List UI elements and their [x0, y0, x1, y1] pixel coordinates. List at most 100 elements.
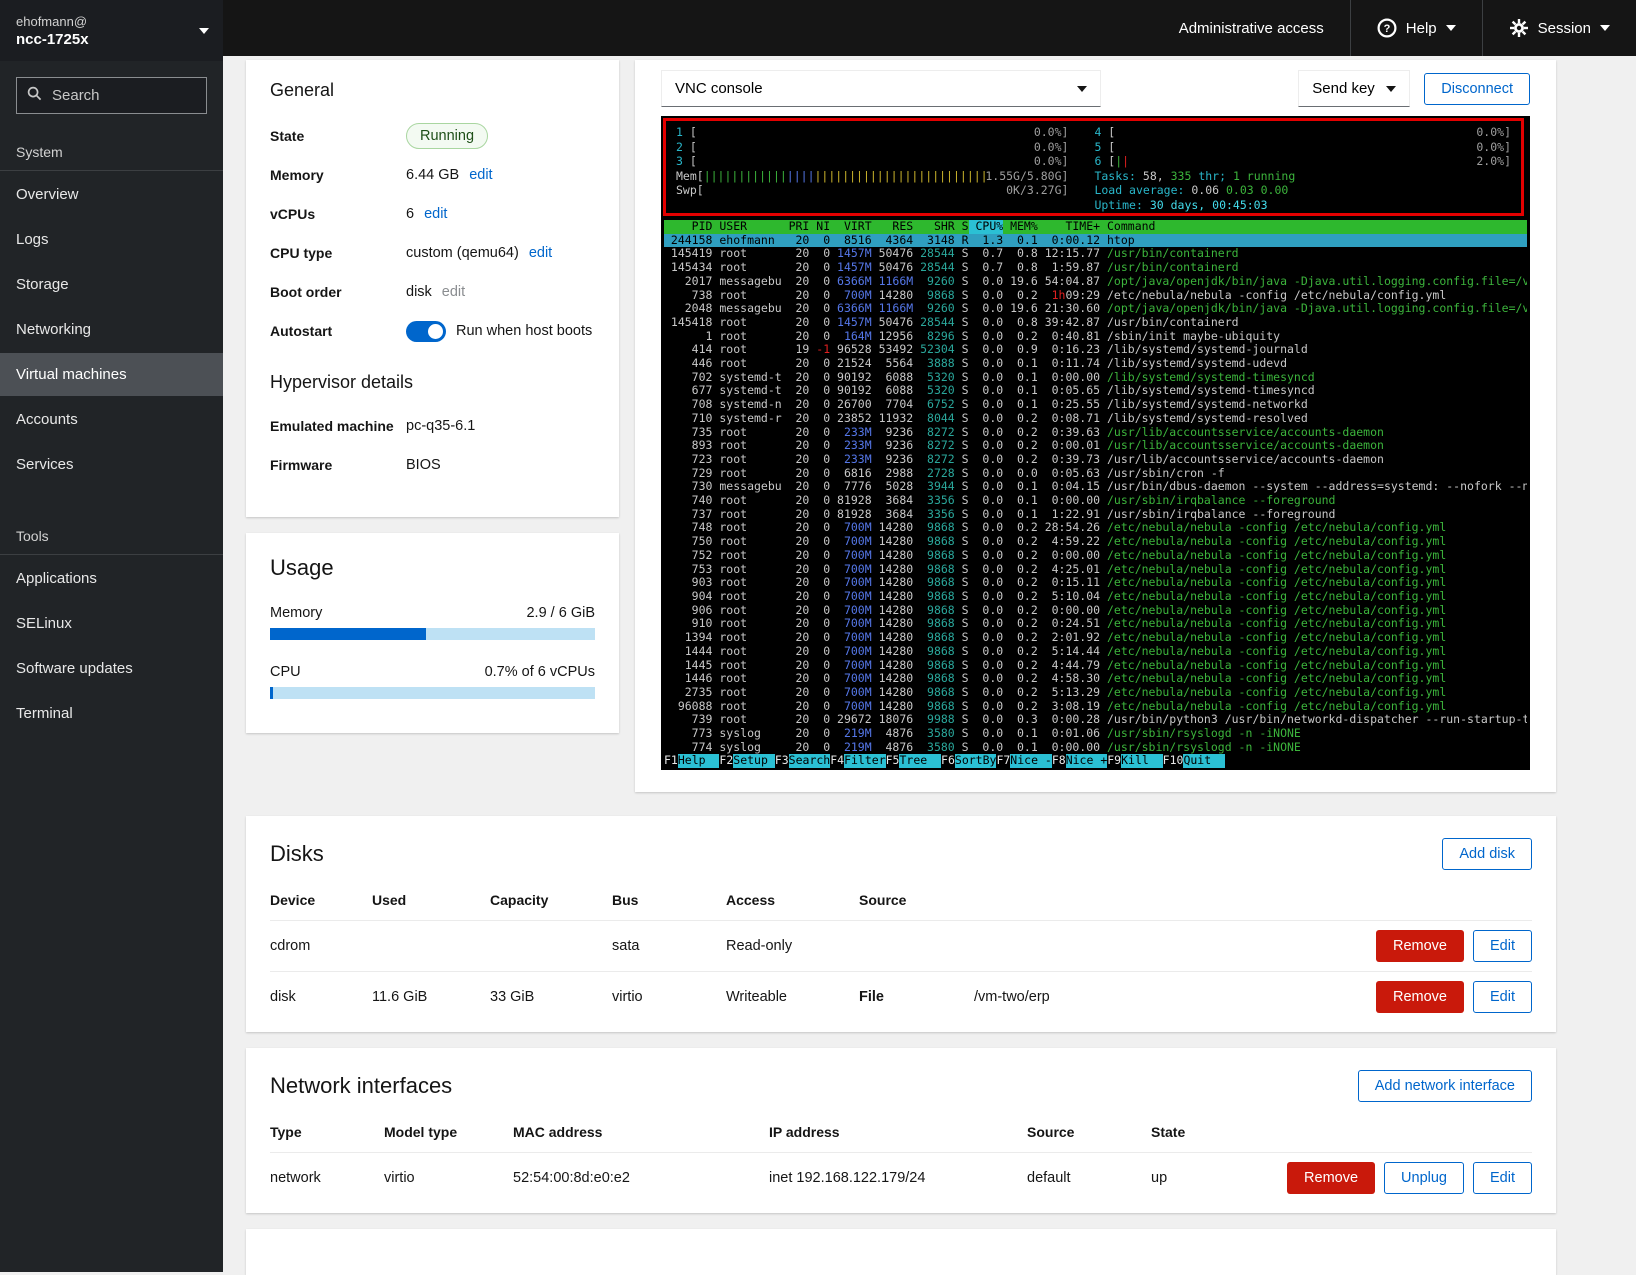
host-switcher[interactable]: ehofmann@ ncc-1725x [0, 0, 223, 61]
edit-disk-button[interactable]: Edit [1473, 981, 1532, 1013]
cell-mem: 0.2 [1003, 700, 1038, 714]
remove-disk-button[interactable]: Remove [1376, 930, 1464, 962]
cell-mem: 0.2 [1003, 659, 1038, 673]
network-interfaces-card: Network interfaces Add network interface… [246, 1048, 1556, 1213]
add-network-interface-button[interactable]: Add network interface [1358, 1070, 1532, 1102]
cell-ni: 0 [809, 508, 830, 522]
cell-mem: 0.1 [1003, 357, 1038, 371]
cell-user: root [719, 713, 781, 727]
process-row: 735root200233M92368272S0.00.20:39.63/usr… [664, 426, 1527, 440]
administrative-access-button[interactable]: Administrative access [1153, 0, 1350, 56]
cell-mem: 0.1 [1003, 741, 1038, 755]
cell-pid: 748 [664, 521, 712, 535]
cell-pri: 20 [782, 535, 810, 549]
cell-shr: 8044 [913, 412, 955, 426]
load-average-part: Load average: [1094, 183, 1191, 198]
cell-user: root [719, 508, 781, 522]
swap-bars [704, 183, 1006, 198]
sidebar-item-networking[interactable]: Networking [0, 308, 223, 351]
sidebar-item-storage[interactable]: Storage [0, 263, 223, 306]
htop-column-virt: VIRT [830, 220, 872, 234]
cell-virt: 90192 [830, 371, 872, 385]
help-menu-button[interactable]: ? Help [1351, 0, 1482, 56]
cell-pri: 20 [782, 672, 810, 686]
sidebar-item-logs[interactable]: Logs [0, 218, 223, 261]
uptime: Uptime: 30 days, 00:45:03 [1094, 198, 1511, 213]
cell-virt: 700M [830, 617, 872, 631]
cell-time: 54:04.87 [1038, 275, 1100, 289]
cell-mem: 0.2 [1003, 631, 1038, 645]
cell-ni: 0 [809, 494, 830, 508]
cell-virt: 23852 [830, 412, 872, 426]
process-row: 96088root200700M142809868S0.00.23:08.19/… [664, 700, 1527, 714]
remove-network-button[interactable]: Remove [1287, 1162, 1375, 1194]
console-type-select[interactable]: VNC console [661, 70, 1101, 107]
chevron-down-icon [1077, 86, 1087, 92]
sidebar-item-overview[interactable]: Overview [0, 173, 223, 216]
send-key-dropdown[interactable]: Send key [1298, 70, 1410, 107]
cell-ni: 0 [809, 535, 830, 549]
cell-user: root [719, 645, 781, 659]
cell-pid: 145419 [664, 247, 712, 261]
cell-pri: 20 [782, 275, 810, 289]
nic-type: network [270, 1170, 384, 1186]
vcpus-edit-link[interactable]: edit [424, 206, 447, 222]
process-row: 737root2008192836843356S0.00.11:22.91/us… [664, 508, 1527, 522]
sidebar-item-applications[interactable]: Applications [0, 557, 223, 600]
cell-cpu: 0.0 [969, 371, 1004, 385]
boot-order-edit-link[interactable]: edit [442, 284, 465, 300]
cell-res: 5564 [872, 357, 914, 371]
cell-cpu: 0.0 [969, 398, 1004, 412]
remove-disk-button[interactable]: Remove [1376, 981, 1464, 1013]
session-menu-button[interactable]: Session [1483, 0, 1636, 56]
cell-res: 14280 [872, 700, 914, 714]
sidebar-item-selinux[interactable]: SELinux [0, 602, 223, 645]
cell-time: 1h09:29 [1038, 289, 1100, 303]
htop-column-res: RES [872, 220, 914, 234]
cell-virt: 1457M [830, 261, 872, 275]
search-input[interactable] [50, 86, 196, 105]
edit-disk-button[interactable]: Edit [1473, 930, 1532, 962]
cell-mem: 0.3 [1003, 713, 1038, 727]
cell-mem: 0.1 [1003, 727, 1038, 741]
cell-mem: 0.1 [1003, 398, 1038, 412]
edit-network-button[interactable]: Edit [1473, 1162, 1532, 1194]
cpu-type-edit-link[interactable]: edit [529, 245, 552, 261]
cell-pri: 20 [782, 330, 810, 344]
cell-cpu: 0.0 [969, 631, 1004, 645]
sidebar-item-accounts[interactable]: Accounts [0, 398, 223, 441]
cell-mem: 0.2 [1003, 412, 1038, 426]
cell-pri: 20 [782, 426, 810, 440]
fkey-label: Quit [1183, 754, 1225, 768]
cell-virt: 700M [830, 563, 872, 577]
sidebar-item-software-updates[interactable]: Software updates [0, 647, 223, 690]
cell-mem: 0.8 [1003, 316, 1038, 330]
cell-user: systemd-t [719, 384, 781, 398]
cell-s: S [955, 549, 969, 563]
process-row: 753root200700M142809868S0.00.24:25.01/et… [664, 563, 1527, 577]
cell-user: root [719, 617, 781, 631]
fkey-label: Setup [733, 754, 775, 768]
htop-column-shr: SHR [913, 220, 955, 234]
cell-ni: 0 [809, 426, 830, 440]
cell-time: 0:04.15 [1038, 480, 1100, 494]
autostart-toggle[interactable] [406, 321, 446, 342]
sidebar-item-services[interactable]: Services [0, 443, 223, 486]
memory-edit-link[interactable]: edit [469, 167, 492, 183]
sidebar-item-virtual-machines[interactable]: Virtual machines [0, 353, 223, 396]
add-disk-button[interactable]: Add disk [1442, 838, 1532, 870]
cell-res: 14280 [872, 289, 914, 303]
htop-column-mem: MEM% [1003, 220, 1038, 234]
cell-command: /usr/lib/accountsservice/accounts-daemon [1107, 439, 1527, 453]
cell-virt: 6816 [830, 467, 872, 481]
cell-time: 0:00.00 [1038, 604, 1100, 618]
cell-user: root [719, 631, 781, 645]
vnc-canvas[interactable]: 1[0.0%]2[0.0%]3[0.0%]Mem[|||||||||||||||… [661, 116, 1530, 770]
disks-column-header: Bus [612, 892, 726, 908]
cell-time: 1:59.87 [1038, 261, 1100, 275]
unplug-network-button[interactable]: Unplug [1384, 1162, 1464, 1194]
cell-ni: 0 [809, 604, 830, 618]
disconnect-button[interactable]: Disconnect [1424, 73, 1530, 105]
usage-cpu-value: 0.7% of 6 vCPUs [485, 664, 595, 680]
sidebar-item-terminal[interactable]: Terminal [0, 692, 223, 735]
